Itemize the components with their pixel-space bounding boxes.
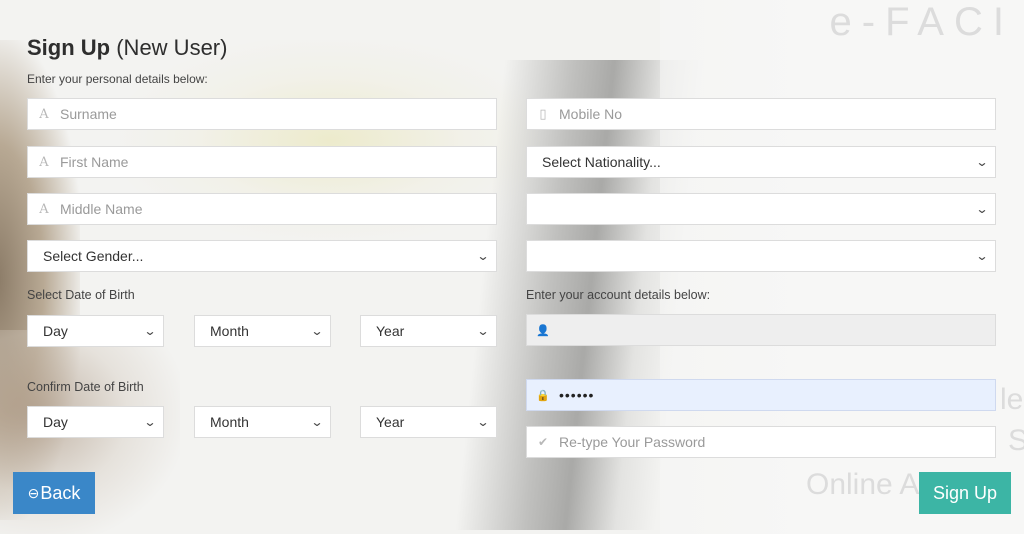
lock-icon: 🔒 <box>536 388 550 402</box>
dob-month-select[interactable]: Month ⌄ <box>194 315 331 347</box>
person-text-icon: A <box>39 154 49 170</box>
middle-name-input[interactable]: A Middle Name <box>27 193 497 225</box>
password-value: •••••• <box>559 387 595 403</box>
state-select[interactable]: ⌄ <box>526 193 996 225</box>
chevron-down-icon: ⌄ <box>476 324 490 338</box>
title-strong: Sign Up <box>27 35 111 60</box>
confirm-dob-day-select[interactable]: Day ⌄ <box>27 406 164 438</box>
back-button[interactable]: ⊖ Back <box>13 472 95 514</box>
chevron-down-icon: ⌄ <box>975 202 989 216</box>
username-input[interactable]: 👤 <box>526 314 996 346</box>
first-name-placeholder: First Name <box>60 154 129 170</box>
chevron-down-icon: ⌄ <box>476 249 490 263</box>
first-name-input[interactable]: A First Name <box>27 146 497 178</box>
mobile-icon: ▯ <box>539 106 547 122</box>
middle-name-placeholder: Middle Name <box>60 201 143 217</box>
dob-day-value: Day <box>43 323 68 339</box>
chevron-down-icon: ⌄ <box>975 249 989 263</box>
title-rest: (New User) <box>116 35 228 60</box>
chevron-down-icon: ⌄ <box>310 415 324 429</box>
nationality-value: Select Nationality... <box>542 154 661 170</box>
retype-password-placeholder: Re-type Your Password <box>559 434 706 450</box>
page-title: Sign Up (New User) <box>27 35 227 61</box>
watermark-text: S <box>1008 424 1024 457</box>
confirm-dob-label: Confirm Date of Birth <box>27 380 144 394</box>
dob-day-select[interactable]: Day ⌄ <box>27 315 164 347</box>
region-select[interactable]: ⌄ <box>526 240 996 272</box>
gender-select[interactable]: Select Gender... ⌄ <box>27 240 497 272</box>
person-text-icon: A <box>39 201 49 217</box>
mobile-placeholder: Mobile No <box>559 106 623 122</box>
person-text-icon: A <box>39 106 49 122</box>
dob-year-select[interactable]: Year ⌄ <box>360 315 497 347</box>
chevron-down-icon: ⌄ <box>143 324 157 338</box>
confirm-dob-month-select[interactable]: Month ⌄ <box>194 406 331 438</box>
chevron-down-icon: ⌄ <box>975 155 989 169</box>
surname-placeholder: Surname <box>60 106 117 122</box>
dob-label: Select Date of Birth <box>27 288 135 302</box>
confirm-dob-year-value: Year <box>376 414 405 430</box>
nationality-select[interactable]: Select Nationality... ⌄ <box>526 146 996 178</box>
check-icon: ✔ <box>537 435 549 449</box>
confirm-dob-day-value: Day <box>43 414 68 430</box>
surname-input[interactable]: A Surname <box>27 98 497 130</box>
user-icon: 👤 <box>536 323 550 337</box>
sign-up-button-label: Sign Up <box>932 482 998 503</box>
back-arrow-icon: ⊖ <box>27 484 40 501</box>
dob-month-value: Month <box>210 323 249 339</box>
confirm-dob-month-value: Month <box>210 414 249 430</box>
chevron-down-icon: ⌄ <box>476 415 490 429</box>
confirm-dob-year-select[interactable]: Year ⌄ <box>360 406 497 438</box>
retype-password-input[interactable]: ✔ Re-type Your Password <box>526 426 996 458</box>
watermark-text: le <box>1000 383 1024 416</box>
personal-details-label: Enter your personal details below: <box>27 72 208 86</box>
dob-year-value: Year <box>376 323 405 339</box>
mobile-input[interactable]: ▯ Mobile No <box>526 98 996 130</box>
gender-value: Select Gender... <box>43 248 144 264</box>
back-button-label: Back <box>40 482 81 503</box>
watermark-brand: e-FACI <box>829 0 1014 44</box>
password-input[interactable]: 🔒 •••••• <box>526 379 996 411</box>
chevron-down-icon: ⌄ <box>310 324 324 338</box>
account-details-label: Enter your account details below: <box>526 288 711 302</box>
chevron-down-icon: ⌄ <box>143 415 157 429</box>
sign-up-button[interactable]: Sign Up <box>919 472 1011 514</box>
